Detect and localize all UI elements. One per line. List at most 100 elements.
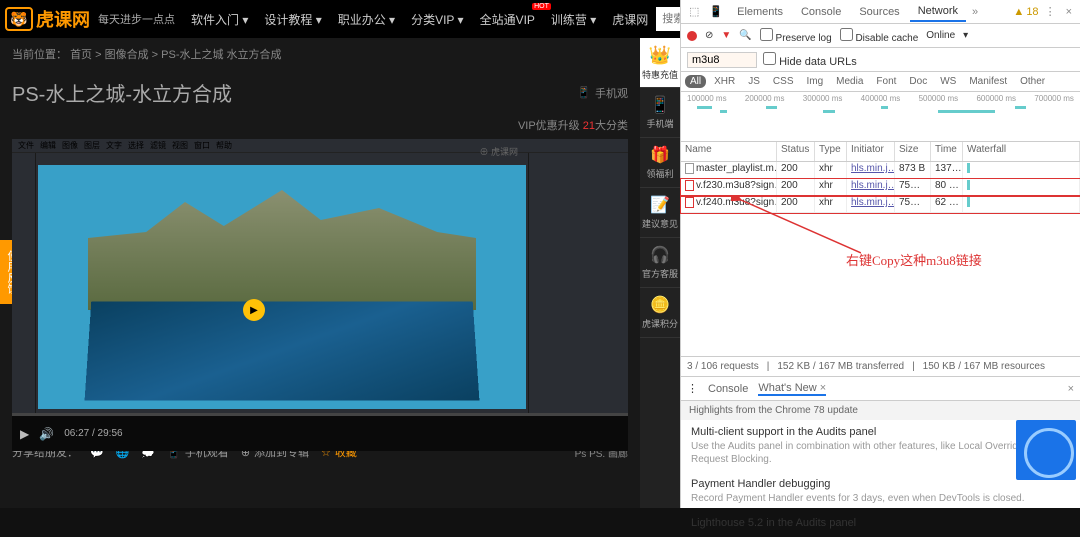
action-sidebar: 👑 特惠充值 📱手机端 🎁领福利 📝建议意见 🎧官方客服 🪙虎课积分 <box>640 38 680 508</box>
vip-notice: VIP优惠升级 21大分类 <box>12 115 628 135</box>
file-icon <box>685 180 694 191</box>
type-img[interactable]: Img <box>801 75 828 88</box>
phone-icon: 📱 <box>650 95 670 115</box>
type-font[interactable]: Font <box>871 75 901 88</box>
coin-icon: 🪙 <box>650 295 670 315</box>
search-net-icon[interactable]: 🔍 <box>739 30 751 41</box>
type-manifest[interactable]: Manifest <box>964 75 1012 88</box>
whatsnew-banner: Highlights from the Chrome 78 update <box>681 401 1080 420</box>
warning-badge[interactable]: ▲ 18 <box>1013 6 1038 18</box>
preserve-log-checkbox[interactable]: Preserve log <box>760 28 832 44</box>
record-icon[interactable] <box>687 31 697 41</box>
drawer-tab-console[interactable]: Console <box>708 383 748 395</box>
points-btn[interactable]: 🪙虎课积分 <box>640 288 680 338</box>
tab-console[interactable]: Console <box>793 3 849 21</box>
close-drawer-icon[interactable]: × <box>1068 383 1074 395</box>
ps-toolbar <box>12 153 36 413</box>
network-row[interactable]: v.f230.m3u8?sign… 200 xhr hls.min.j… 75…… <box>681 179 1080 196</box>
play-button[interactable]: ▶ <box>243 299 265 321</box>
close-devtools-icon[interactable]: × <box>1062 6 1076 18</box>
drawer-tab-whatsnew[interactable]: What's New × <box>758 382 826 396</box>
type-js[interactable]: JS <box>743 75 765 88</box>
filter-icon[interactable]: ▼ <box>721 30 731 41</box>
nav-allvip[interactable]: 全站通VIP <box>472 11 543 28</box>
whatsnew-item: Lighthouse 5.2 in the Audits panel <box>681 511 1080 537</box>
watermark: ⊕ 虎课网 <box>479 145 518 158</box>
filter-row: Hide data URLs <box>681 48 1080 72</box>
drawer-menu-icon[interactable]: ⋮ <box>687 382 698 395</box>
tab-elements[interactable]: Elements <box>729 3 791 21</box>
device-icon[interactable]: 📱 <box>705 5 727 18</box>
breadcrumb-current[interactable]: PS-水上之城 水立方合成 <box>161 49 281 61</box>
whatsnew-graphic <box>1016 420 1076 480</box>
network-toolbar: ⊘ ▼ 🔍 Preserve log Disable cache Online … <box>681 24 1080 48</box>
nav-office[interactable]: 职业办公 ▾ <box>330 11 403 28</box>
reward-btn[interactable]: 🎁领福利 <box>640 138 680 188</box>
disable-cache-checkbox[interactable]: Disable cache <box>840 28 919 44</box>
headset-icon: 🎧 <box>650 245 670 265</box>
phone-watch-link[interactable]: 📱 手机观 <box>577 85 628 101</box>
nav-huke[interactable]: 虎课网 <box>604 11 656 28</box>
main-content: 当前位置： 首页 > 图像合成 > PS-水上之城 水立方合成 PS-水上之城-… <box>0 38 640 508</box>
logo-icon: 🐯 <box>5 7 33 31</box>
breadcrumb-home[interactable]: 首页 <box>70 49 92 61</box>
filter-input[interactable] <box>687 52 757 68</box>
annotation-text: 右键Copy这种m3u8链接 <box>846 250 982 269</box>
water-cube-graphic <box>85 301 480 400</box>
type-ws[interactable]: WS <box>935 75 961 88</box>
nav-software[interactable]: 软件入门 ▾ <box>183 11 256 28</box>
inspect-icon[interactable]: ⬚ <box>685 5 703 18</box>
hide-urls-checkbox[interactable]: Hide data URLs <box>763 52 857 68</box>
breadcrumb-prefix: 当前位置： <box>12 49 67 61</box>
suggest-btn[interactable]: 📝建议意见 <box>640 188 680 238</box>
ps-menubar: 文件编辑图像图层文字选择滤镜视图窗口帮助 <box>12 139 628 153</box>
type-other[interactable]: Other <box>1015 75 1050 88</box>
throttle-select[interactable]: Online <box>926 30 955 41</box>
devtools-panel: ⬚ 📱 Elements Console Sources Network » ▲… <box>680 0 1080 508</box>
devtools-tabs: ⬚ 📱 Elements Console Sources Network » ▲… <box>681 0 1080 24</box>
type-filters: All XHR JS CSS Img Media Font Doc WS Man… <box>681 72 1080 92</box>
network-row[interactable]: master_playlist.m… 200 xhr hls.min.j… 87… <box>681 162 1080 179</box>
network-header: Name Status Type Initiator Size Time Wat… <box>681 142 1080 162</box>
crown-icon: 👑 <box>649 45 671 66</box>
page-title: PS-水上之城-水立方合成 <box>12 78 232 107</box>
close-tab-icon[interactable]: × <box>820 382 826 394</box>
devtools-drawer: ⋮ Console What's New × × Highlights from… <box>681 376 1080 508</box>
breadcrumb-cat[interactable]: 图像合成 <box>105 49 149 61</box>
nav-vip[interactable]: 分类VIP ▾ <box>403 11 471 28</box>
nav-camp[interactable]: 训练营 ▾ <box>543 11 604 28</box>
type-all[interactable]: All <box>685 75 706 88</box>
phone-watch-label: 手机观 <box>595 85 628 101</box>
ps-canvas: ▶ <box>38 165 526 409</box>
type-css[interactable]: CSS <box>768 75 799 88</box>
timeline-overview[interactable]: 100000 ms 200000 ms 300000 ms 400000 ms … <box>681 92 1080 142</box>
site-logo[interactable]: 🐯 虎课网 <box>5 6 90 32</box>
type-xhr[interactable]: XHR <box>709 75 740 88</box>
island-graphic <box>88 190 476 310</box>
clear-icon[interactable]: ⊘ <box>705 30 713 41</box>
type-doc[interactable]: Doc <box>904 75 932 88</box>
file-icon <box>685 163 694 174</box>
ps-panels <box>528 153 628 413</box>
video-controls: ▶ 🔊 06:27 / 29:56 <box>12 416 628 451</box>
phone-btn[interactable]: 📱手机端 <box>640 88 680 138</box>
special-offer-btn[interactable]: 👑 特惠充值 <box>640 38 680 88</box>
file-icon <box>685 197 694 208</box>
settings-icon[interactable]: ⋮ <box>1041 5 1060 18</box>
annotation-arrow <box>731 195 861 255</box>
tab-sources[interactable]: Sources <box>851 3 907 21</box>
tab-network[interactable]: Network <box>910 2 966 22</box>
slogan: 每天进步一点点 <box>98 11 175 27</box>
time-display: 06:27 / 29:56 <box>64 428 122 439</box>
video-player[interactable]: 文件编辑图像图层文字选择滤镜视图窗口帮助 ▶ ⊕ 虎课网 ▶ 🔊 06:27 /… <box>12 139 628 434</box>
edit-icon: 📝 <box>650 195 670 215</box>
more-tabs-icon[interactable]: » <box>968 6 982 18</box>
network-footer: 3 / 106 requests | 152 KB / 167 MB trans… <box>681 356 1080 376</box>
nav-design[interactable]: 设计教程 ▾ <box>256 11 329 28</box>
service-btn[interactable]: 🎧官方客服 <box>640 238 680 288</box>
phone-icon: 📱 <box>577 86 591 99</box>
type-media[interactable]: Media <box>831 75 868 88</box>
breadcrumb: 当前位置： 首页 > 图像合成 > PS-水上之城 水立方合成 <box>12 38 628 70</box>
volume-icon[interactable]: 🔊 <box>39 427 54 441</box>
play-icon[interactable]: ▶ <box>20 427 29 441</box>
